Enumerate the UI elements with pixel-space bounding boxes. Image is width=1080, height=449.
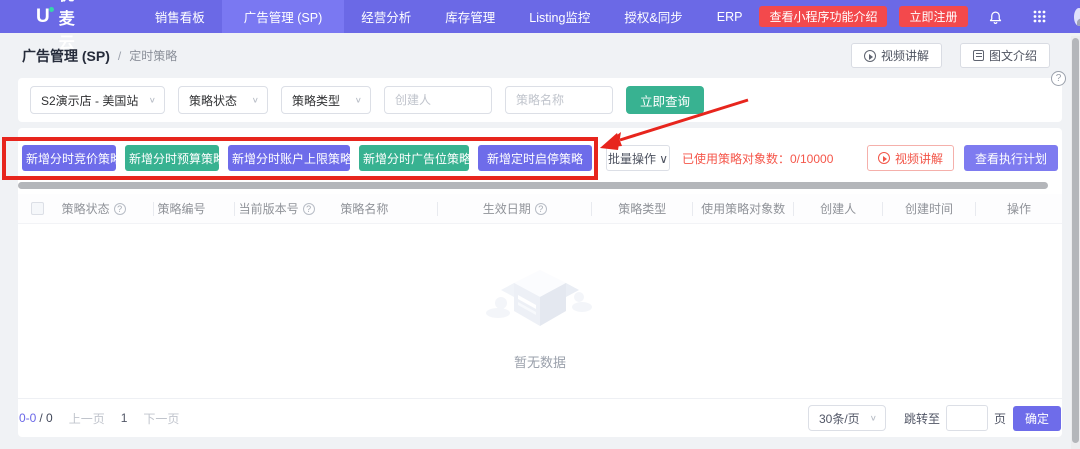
col-strategy-status: 策略状态 [62,200,110,217]
video-guide-button[interactable]: 视频讲解 [851,43,942,68]
add-hourly-budget-strategy-button[interactable]: 新增分时预算策略 [125,145,219,171]
question-icon[interactable]: ? [303,203,315,215]
col-strategy-id: 策略编号 [158,202,206,216]
pagination-right: 30条/页 ∨ 跳转至 页 确定 [808,405,1061,431]
bell-icon[interactable] [988,9,1003,24]
strategy-usage-count: 已使用策略对象数：0/10000 [682,150,833,167]
jump-to-label: 跳转至 [904,410,940,427]
play-icon [878,152,890,164]
col-create-time: 创建时间 [905,202,953,216]
page-unit-label: 页 [994,410,1006,427]
add-hourly-account-cap-strategy-button[interactable]: 新增分时账户上限策略 [228,145,350,171]
empty-text: 暂无数据 [514,352,566,371]
col-strategy-type: 策略类型 [618,202,666,216]
col-creator: 创建人 [820,202,856,216]
pagination-bar: 0-0 / 0 上一页 1 下一页 30条/页 ∨ 跳转至 页 确定 [18,398,1062,437]
strategy-type-select[interactable]: 策略类型 ∨ [281,86,371,114]
nav-item-erp[interactable]: ERP [700,0,760,33]
strategy-toolbar: 新增分时竞价策略 新增分时预算策略 新增分时账户上限策略 新增分时广告位策略 新… [22,145,1058,171]
page-actions: 视频讲解 图文介绍 [851,43,1050,68]
select-all-checkbox[interactable] [31,202,44,215]
breadcrumb: 广告管理 (SP) / 定时策略 视频讲解 图文介绍 [0,33,1080,78]
page-size-value: 30条/页 [819,410,860,427]
add-scheduled-onoff-strategy-button[interactable]: 新增定时启停策略 [478,145,592,171]
next-page-button[interactable]: 下一页 [143,410,179,427]
doc-intro-button[interactable]: 图文介绍 [960,43,1050,68]
question-icon[interactable]: ? [114,203,126,215]
chevron-down-icon: ∨ [252,96,259,105]
nav-item-business-analysis[interactable]: 经营分析 [344,0,428,33]
col-strategy-name: 策略名称 [340,200,388,217]
creator-input[interactable] [384,86,492,114]
breadcrumb-current: 定时策略 [129,47,177,64]
toolbar-video-guide-button[interactable]: 视频讲解 [867,145,954,171]
question-icon[interactable]: ? [535,203,547,215]
batch-operation-dropdown[interactable]: 批量操作 ∨ [606,145,670,171]
logo-icon: U [36,7,50,26]
nav-item-ad-management[interactable]: 广告管理 (SP) [222,0,344,33]
nav-item-inventory[interactable]: 库存管理 [428,0,512,33]
miniprogram-intro-button[interactable]: 查看小程序功能介绍 [759,6,887,27]
user-avatar[interactable] [1074,8,1080,26]
col-object-count: 使用策略对象数 [701,202,785,216]
strategy-status-select[interactable]: 策略状态 ∨ [178,86,268,114]
play-icon [864,50,876,62]
pagination-range: 0-0 [19,411,36,425]
empty-state: 暂无数据 [18,248,1062,371]
document-icon [973,50,984,61]
apps-grid-icon[interactable] [1033,10,1046,23]
nav-item-listing-monitor[interactable]: Listing监控 [512,0,607,33]
page-size-select[interactable]: 30条/页 ∨ [808,405,886,431]
strategy-type-value: 策略类型 [292,92,340,109]
confirm-button[interactable]: 确定 [1013,406,1061,431]
nav-item-auth-sync[interactable]: 授权&同步 [607,0,699,33]
add-hourly-bid-strategy-button[interactable]: 新增分时竞价策略 [22,145,116,171]
add-hourly-placement-strategy-button[interactable]: 新增分时广告位策略 [359,145,469,171]
register-button[interactable]: 立即注册 [899,6,967,27]
pagination-total: / 0 [39,411,52,425]
current-page[interactable]: 1 [121,411,128,425]
chevron-down-icon: ∨ [870,414,877,423]
page-jump-input[interactable] [946,405,988,431]
empty-box-icon [480,248,600,340]
col-operation: 操作 [1007,202,1031,216]
strategy-name-input[interactable] [505,86,613,114]
query-button[interactable]: 立即查询 [626,86,704,114]
store-select-value: S2演示店 - 美国站 [41,92,138,109]
breadcrumb-separator: / [118,49,121,63]
video-guide-label: 视频讲解 [881,47,929,64]
toolbar-video-guide-label: 视频讲解 [895,150,943,167]
main-menu: 销售看板 广告管理 (SP) 经营分析 库存管理 Listing监控 授权&同步… [138,0,760,33]
doc-intro-label: 图文介绍 [989,47,1037,64]
help-icon[interactable]: ? [1051,71,1066,86]
vertical-scrollbar-track [1071,36,1080,449]
strategy-panel: 新增分时竞价策略 新增分时预算策略 新增分时账户上限策略 新增分时广告位策略 新… [18,128,1062,437]
table-header: 策略状态 ? 策略编号 当前版本号 ? 策略名称 生效日期 ? 策略类型 使用策… [18,194,1062,224]
toolbar-right: 视频讲解 查看执行计划 [867,145,1058,171]
breadcrumb-section[interactable]: 广告管理 (SP) [22,46,110,66]
prev-page-button[interactable]: 上一页 [69,410,105,427]
store-select[interactable]: S2演示店 - 美国站 ∨ [30,86,165,114]
filter-bar: S2演示店 - 美国站 ∨ 策略状态 ∨ 策略类型 ∨ 立即查询 [18,78,1062,122]
view-execution-plan-button[interactable]: 查看执行计划 [964,145,1058,171]
nav-item-sales-dashboard[interactable]: 销售看板 [138,0,222,33]
top-navbar: U 优麦云 销售看板 广告管理 (SP) 经营分析 库存管理 Listing监控… [0,0,1080,33]
col-current-version: 当前版本号 [239,202,299,216]
chevron-down-icon: ∨ [149,96,156,105]
chevron-down-icon: ∨ [355,96,362,105]
col-effective-date: 生效日期 [483,202,531,216]
vertical-scrollbar[interactable] [1072,38,1079,443]
horizontal-scrollbar[interactable] [18,182,1048,189]
strategy-status-value: 策略状态 [189,92,237,109]
